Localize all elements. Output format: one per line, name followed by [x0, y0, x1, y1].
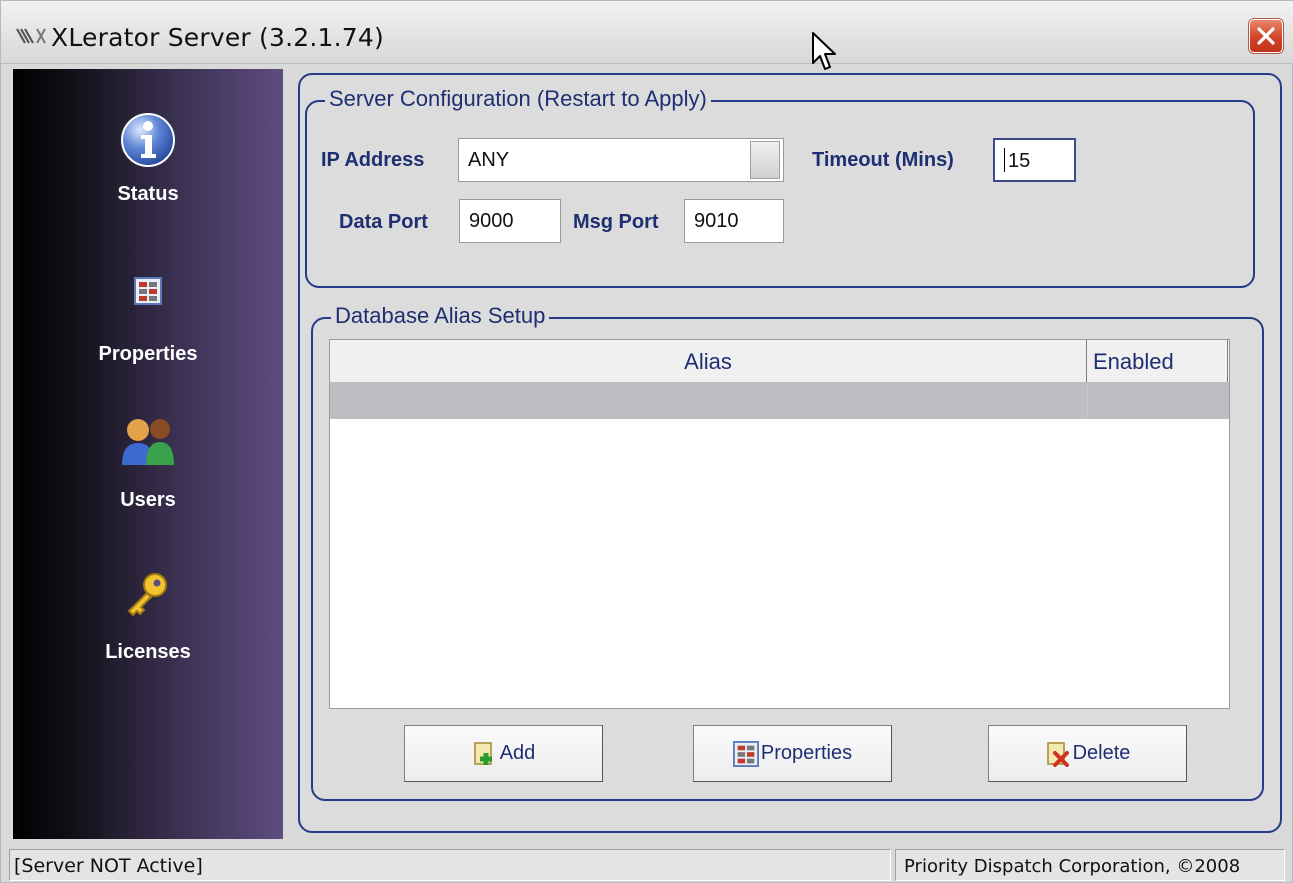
sidebar-item-properties[interactable]: Properties: [13, 277, 283, 366]
sidebar-item-label: Properties: [98, 343, 198, 365]
properties-button[interactable]: Properties: [693, 725, 892, 782]
sidebar-item-status[interactable]: Status: [13, 111, 283, 206]
data-port-input[interactable]: 9000: [459, 199, 561, 243]
properties-icon: [732, 740, 759, 767]
server-config-legend: Server Configuration (Restart to Apply): [325, 86, 711, 112]
alias-table[interactable]: Alias Enabled: [329, 339, 1230, 709]
properties-button-label: Properties: [760, 742, 853, 764]
ip-address-dropdown[interactable]: ANY: [458, 138, 784, 182]
window-title: XLerator Server (3.2.1.74): [51, 23, 384, 52]
msg-port-input[interactable]: 9010: [684, 199, 784, 243]
timeout-value: 15: [1008, 150, 1031, 172]
ip-address-label: IP Address: [321, 149, 425, 171]
properties-icon: [134, 277, 162, 305]
add-button-label: Add: [499, 742, 536, 764]
close-icon: [1257, 27, 1275, 45]
info-icon: [121, 113, 175, 167]
title-bar[interactable]: XLerator Server (3.2.1.74): [1, 1, 1293, 64]
mouse-pointer-icon: [812, 32, 836, 70]
sidebar: Status Properties Users Licenses: [13, 69, 283, 839]
users-icon: [122, 419, 174, 465]
delete-icon: [1046, 741, 1069, 767]
table-header: Alias Enabled: [330, 340, 1229, 383]
data-port-value: 9000: [469, 210, 514, 232]
key-icon: [127, 573, 167, 617]
delete-button-label: Delete: [1072, 742, 1131, 764]
add-button[interactable]: Add: [404, 725, 603, 782]
table-row[interactable]: [330, 383, 1229, 419]
msg-port-value: 9010: [694, 210, 739, 232]
main-window: XLerator Server (3.2.1.74) Status Proper…: [0, 0, 1293, 883]
alias-setup-legend: Database Alias Setup: [331, 303, 550, 329]
sidebar-item-label: Status: [117, 183, 179, 205]
dropdown-button[interactable]: [750, 141, 780, 179]
timeout-input[interactable]: 15: [993, 138, 1076, 182]
timeout-label: Timeout (Mins): [812, 149, 954, 171]
sidebar-item-label: Licenses: [105, 641, 191, 663]
xlerator-app-icon: [16, 28, 46, 44]
delete-button[interactable]: Delete: [988, 725, 1187, 782]
column-divider: [1087, 383, 1088, 419]
status-bar-copyright: Priority Dispatch Corporation, ©2008: [895, 849, 1285, 881]
sidebar-item-users[interactable]: Users: [13, 415, 283, 512]
close-button[interactable]: [1249, 19, 1283, 53]
sidebar-item-label: Users: [120, 489, 176, 511]
ip-address-value: ANY: [468, 149, 510, 171]
data-port-label: Data Port: [339, 211, 428, 233]
server-config-group: Server Configuration (Restart to Apply): [305, 86, 1255, 288]
column-header-alias[interactable]: Alias: [330, 340, 1087, 382]
text-cursor: [1004, 147, 1005, 172]
column-header-enabled[interactable]: Enabled: [1090, 340, 1228, 382]
add-icon: [473, 741, 492, 765]
sidebar-item-licenses[interactable]: Licenses: [13, 569, 283, 664]
msg-port-label: Msg Port: [573, 211, 659, 233]
status-bar-server-state: [Server NOT Active]: [9, 849, 891, 881]
